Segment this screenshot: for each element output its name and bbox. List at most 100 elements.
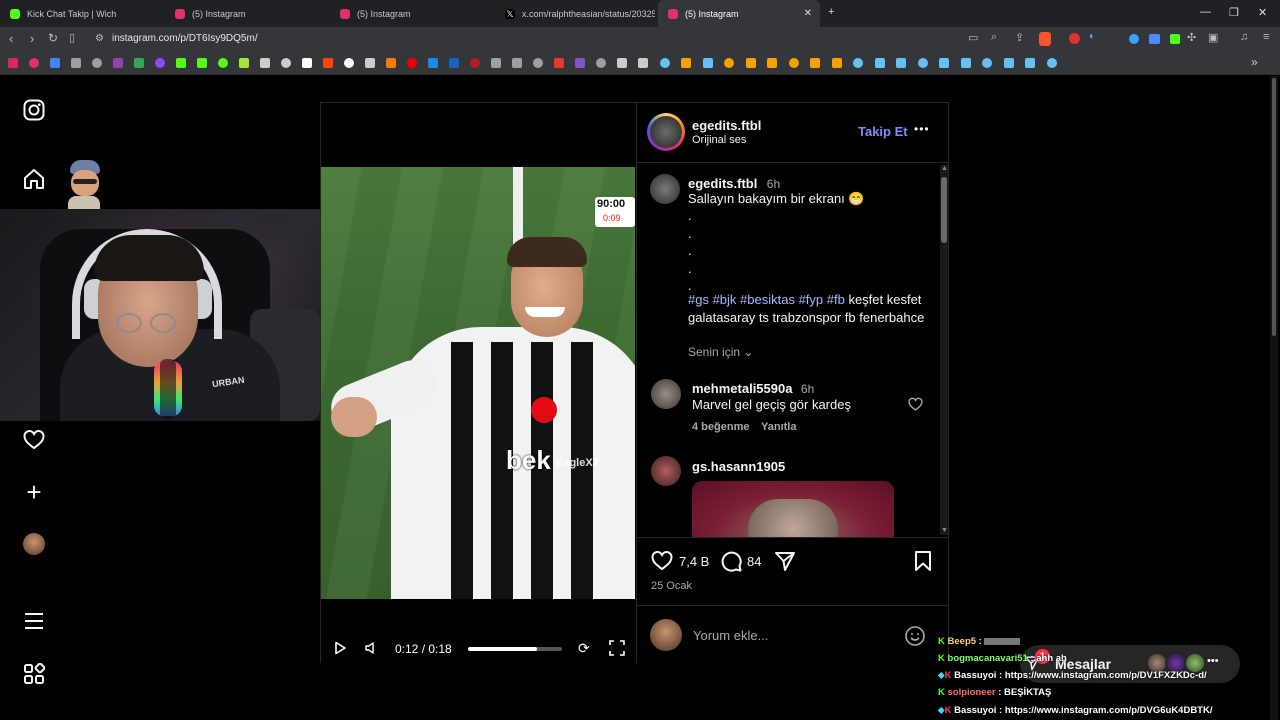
browser-tab-active[interactable]: (5) Instagram ✕ (658, 0, 820, 27)
comment-avatar[interactable] (651, 379, 681, 409)
more-options-icon[interactable]: ••• (914, 122, 930, 136)
bookmark-favicon-icon[interactable] (638, 58, 648, 68)
back-icon[interactable]: ‹ (9, 31, 13, 46)
page-scrollbar-thumb[interactable] (1272, 78, 1276, 336)
extension-icon[interactable]: ◖ (1088, 31, 1094, 42)
brave-shield-icon[interactable] (1039, 32, 1051, 46)
comment-bubble-icon[interactable] (720, 550, 742, 572)
comment-avatar[interactable] (651, 456, 681, 486)
share-icon[interactable]: ⇪ (1015, 31, 1024, 44)
bookmark-favicon-icon[interactable] (260, 58, 270, 68)
comment-like-count[interactable]: 4 beğenme (692, 421, 749, 433)
bookmark-favicon-icon[interactable] (831, 58, 842, 68)
also-from-meta-icon[interactable] (23, 662, 46, 685)
bookmark-favicon-icon[interactable] (386, 58, 396, 68)
bookmark-favicon-icon[interactable] (281, 58, 291, 68)
new-tab-icon[interactable]: + (828, 6, 834, 18)
bookmark-favicon-icon[interactable] (554, 58, 564, 68)
bookmark-favicon-icon[interactable] (533, 58, 543, 68)
bookmark-favicon-icon[interactable] (702, 58, 713, 68)
bookmark-favicon-icon[interactable] (939, 58, 949, 68)
volume-icon[interactable] (364, 641, 378, 655)
bookmark-favicon-icon[interactable] (29, 58, 39, 68)
page-scrollbar[interactable] (1270, 76, 1278, 720)
media-icon[interactable]: ♫ (1240, 31, 1248, 43)
fullscreen-icon[interactable] (609, 640, 625, 656)
bookmark-favicon-icon[interactable] (491, 58, 501, 68)
bookmark-favicon-icon[interactable] (407, 58, 417, 68)
instagram-logo-icon[interactable] (23, 99, 45, 121)
scroll-up-icon[interactable]: ▲ (941, 165, 948, 172)
caption-author-avatar[interactable] (650, 174, 680, 204)
bookmark-favicon-icon[interactable] (92, 58, 102, 68)
home-icon[interactable] (23, 168, 45, 190)
bookmark-favicon-icon[interactable] (1046, 58, 1057, 68)
minimize-icon[interactable]: — (1200, 6, 1211, 18)
bookmark-favicon-icon[interactable] (982, 58, 992, 68)
bookmark-favicon-icon[interactable] (810, 58, 820, 68)
bookmark-favicon-icon[interactable] (874, 58, 885, 68)
zoom-icon[interactable]: ⌕ (991, 31, 997, 44)
site-info-icon[interactable]: ⚙ (95, 33, 104, 44)
audio-label[interactable]: Orijinal ses (692, 134, 746, 146)
bookmark-favicon-icon[interactable] (155, 58, 165, 68)
tab-close-icon[interactable]: ✕ (804, 8, 812, 19)
bookmark-favicon-icon[interactable] (745, 58, 756, 68)
bookmark-favicon-icon[interactable] (659, 58, 670, 68)
more-menu-icon[interactable] (23, 610, 45, 632)
reel-video[interactable]: bek 90:00 0:09 EagleX7 (321, 167, 635, 599)
save-bookmark-icon[interactable] (913, 550, 933, 572)
bookmark-favicon-icon[interactable] (853, 58, 863, 68)
bookmark-favicon-icon[interactable] (767, 58, 777, 68)
bookmark-favicon-icon[interactable] (218, 58, 228, 68)
bookmark-favicon-icon[interactable] (176, 58, 186, 68)
profile-avatar[interactable] (23, 533, 45, 555)
author-avatar-ring[interactable] (647, 113, 685, 151)
bookmark-favicon-icon[interactable] (724, 58, 734, 68)
address-bar[interactable]: instagram.com/p/DT6Isy9DQ5m/ (112, 33, 258, 44)
play-icon[interactable] (333, 641, 347, 655)
scrollbar-thumb[interactable] (941, 177, 947, 243)
create-plus-icon[interactable]: + (23, 479, 45, 505)
extension-icon[interactable] (1129, 34, 1139, 44)
bookmark-favicon-icon[interactable] (512, 58, 522, 68)
browser-tab[interactable]: (5) Instagram (330, 0, 495, 27)
comment-reply-button[interactable]: Yanıtla (761, 421, 796, 433)
bookmark-favicon-icon[interactable] (113, 58, 123, 68)
scroll-down-icon[interactable]: ▼ (941, 527, 948, 534)
reload-icon[interactable]: ↻ (48, 31, 58, 45)
forward-icon[interactable]: › (30, 31, 34, 46)
like-heart-icon[interactable] (650, 550, 674, 572)
playback-speed-icon[interactable]: ⟳ (578, 640, 590, 657)
bookmark-favicon-icon[interactable] (1025, 58, 1035, 68)
messages-more-icon[interactable]: ••• (1207, 655, 1219, 667)
comment-username[interactable]: mehmetali5590a (692, 381, 792, 396)
bookmark-favicon-icon[interactable] (1003, 58, 1014, 68)
bookmark-favicon-icon[interactable] (470, 58, 480, 68)
extension-icon[interactable] (1149, 34, 1160, 44)
notifications-heart-icon[interactable] (23, 429, 45, 451)
emoji-picker-icon[interactable] (904, 625, 926, 647)
bookmark-favicon-icon[interactable] (197, 58, 207, 68)
bookmark-favicon-icon[interactable] (960, 58, 971, 68)
video-progress-bar[interactable] (468, 647, 562, 651)
comments-scrollbar[interactable]: ▲ ▼ (940, 165, 948, 535)
bookmark-favicon-icon[interactable] (365, 58, 375, 68)
window-close-icon[interactable]: ✕ (1258, 6, 1267, 19)
like-count[interactable]: 7,4 B (679, 554, 709, 569)
bookmark-favicon-icon[interactable] (449, 58, 459, 68)
bookmark-favicon-icon[interactable] (681, 58, 691, 68)
kick-extension-icon[interactable] (1170, 34, 1180, 44)
caption-username[interactable]: egedits.ftbl (688, 176, 757, 191)
bookmark-icon[interactable]: ▯ (69, 31, 75, 44)
maximize-icon[interactable]: ❐ (1229, 6, 1239, 19)
bookmark-favicon-icon[interactable] (134, 58, 144, 68)
bookmark-favicon-icon[interactable] (788, 58, 799, 68)
sidebar-icon[interactable]: ▣ (1208, 31, 1218, 44)
bookmark-favicon-icon[interactable] (896, 58, 906, 68)
share-send-icon[interactable] (774, 550, 796, 572)
comment-like-heart-icon[interactable] (908, 397, 923, 412)
browser-tab[interactable]: Kick Chat Takip | Wich (0, 0, 165, 27)
bookmark-favicon-icon[interactable] (575, 58, 585, 68)
bookmark-favicon-icon[interactable] (344, 58, 354, 68)
